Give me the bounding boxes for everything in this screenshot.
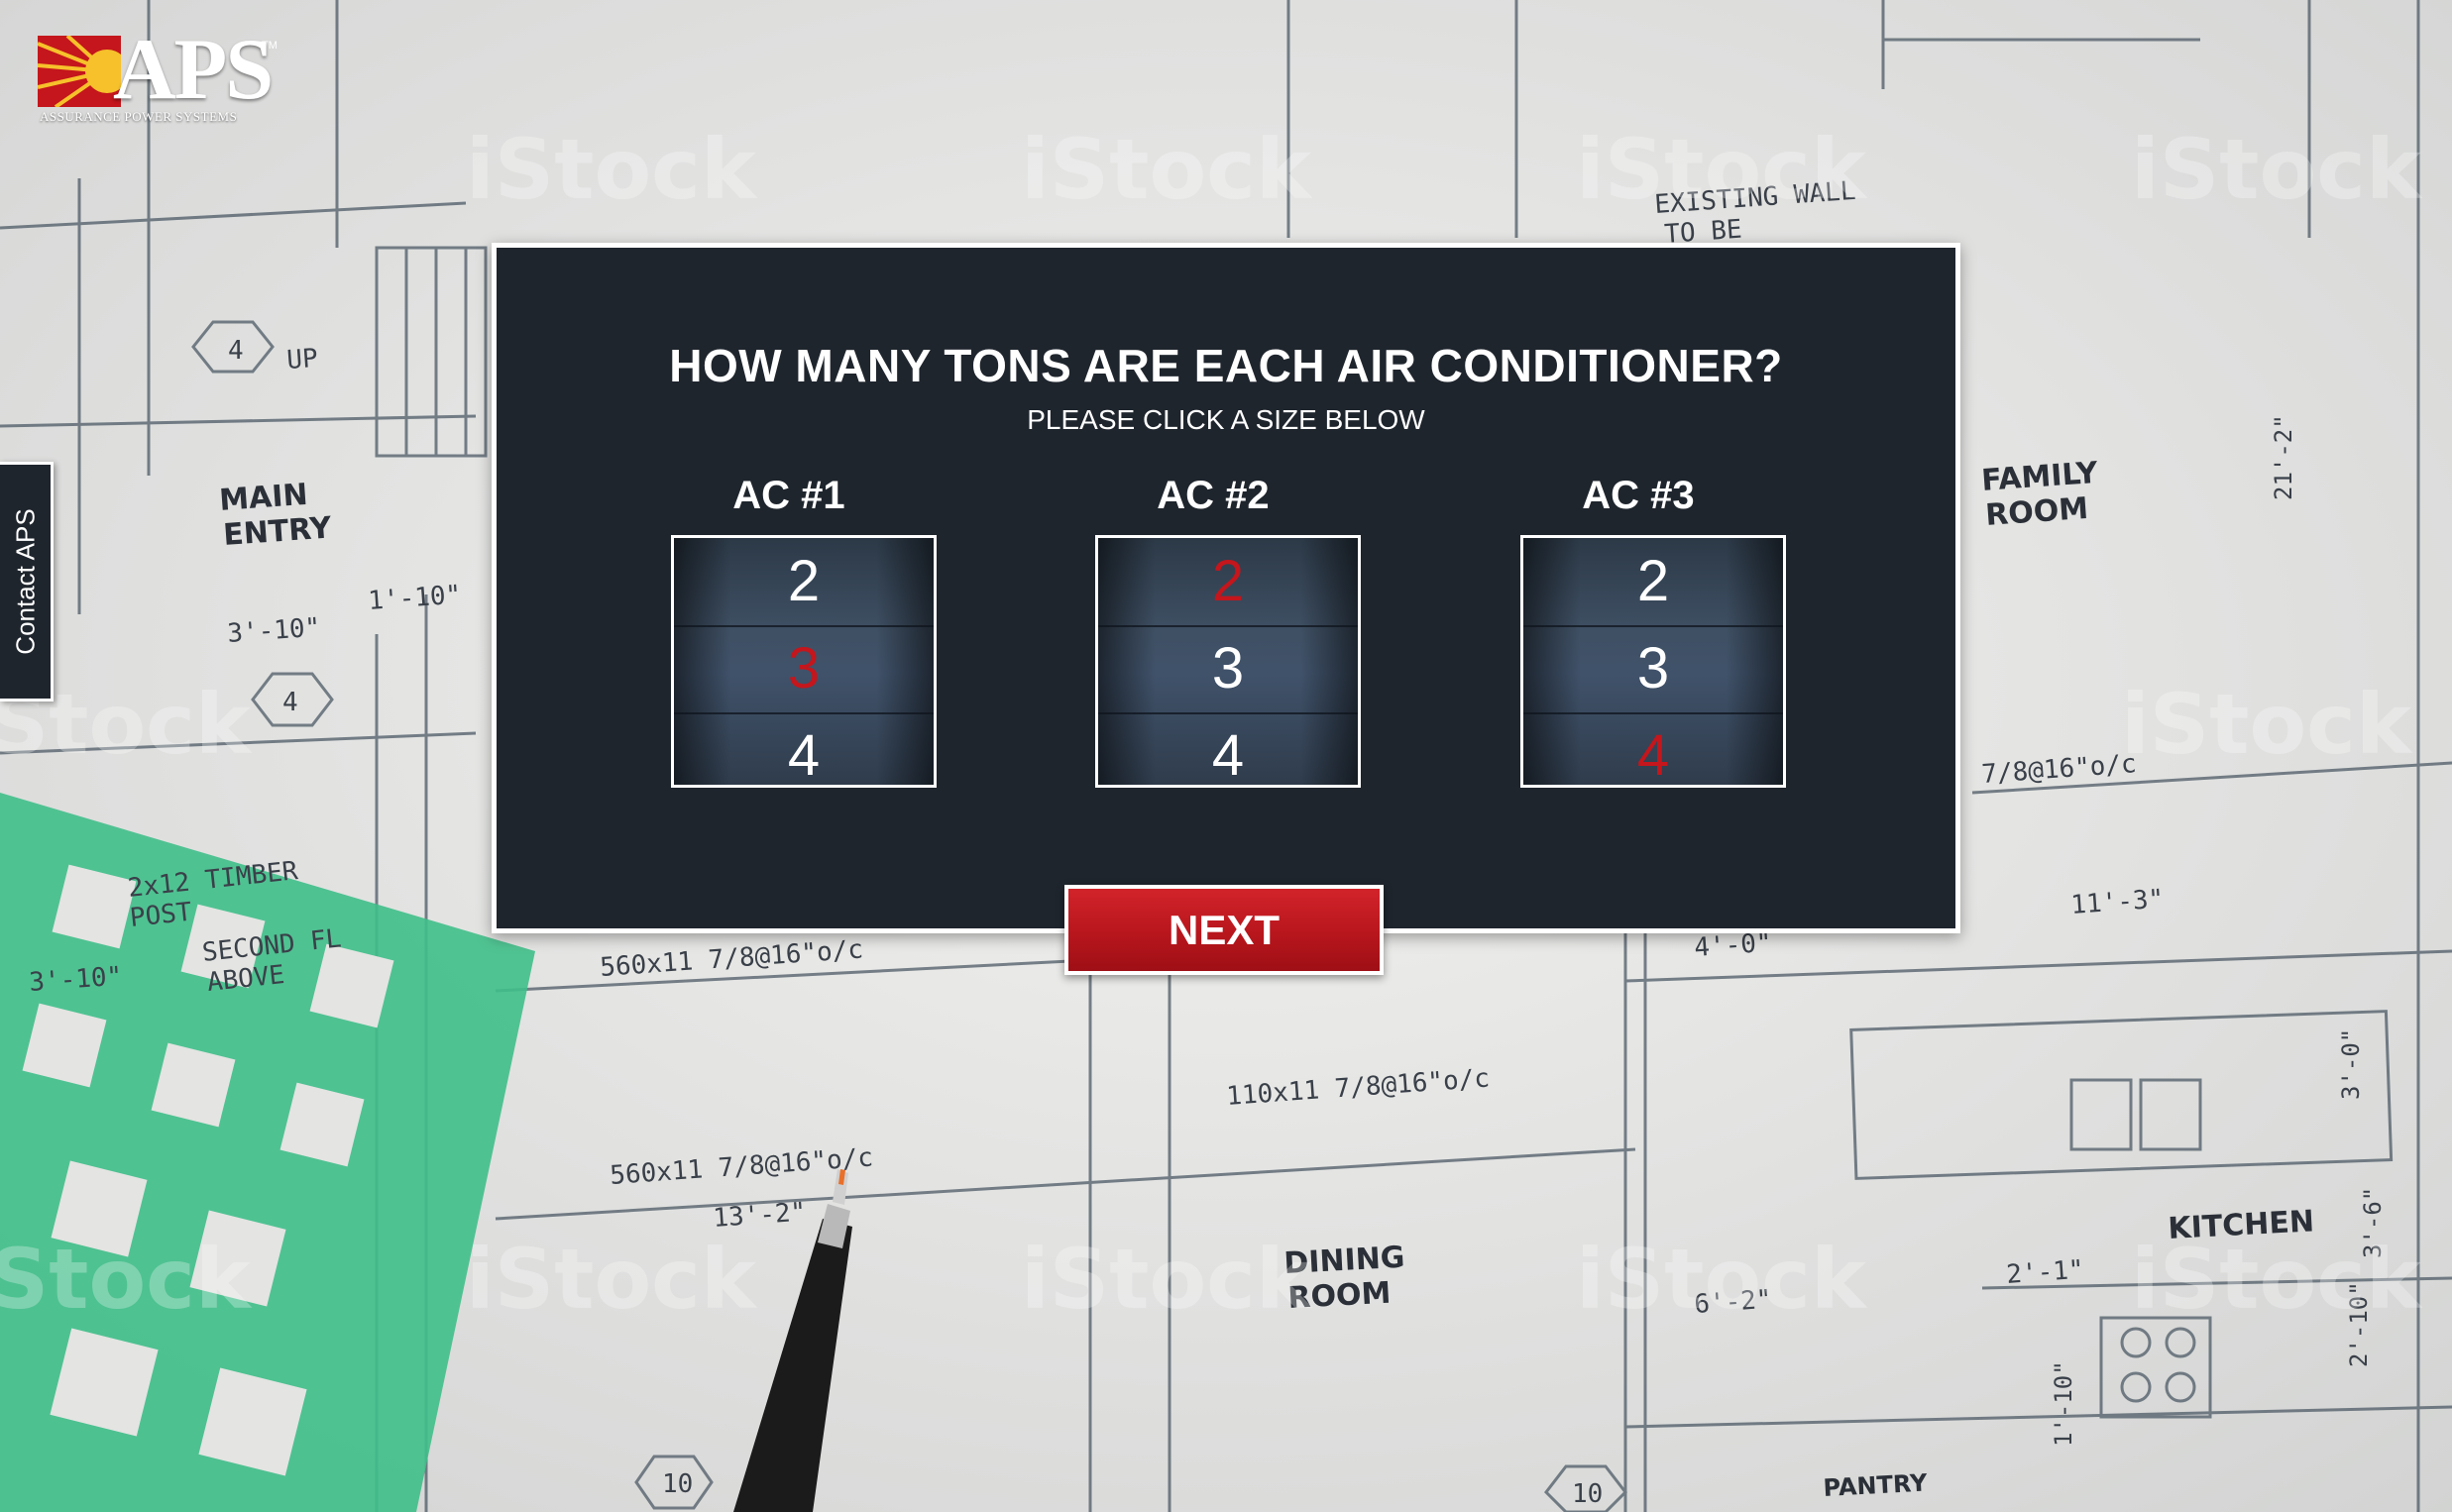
svg-text:PANTRY: PANTRY (1823, 1469, 1929, 1502)
question-subtitle: PLEASE CLICK A SIZE BELOW (1027, 404, 1425, 435)
ac3-tonnage-picker[interactable]: 2 3 4 (1520, 535, 1786, 788)
ac3-option-2[interactable]: 2 (1523, 538, 1783, 625)
ac2-option-3[interactable]: 3 (1098, 625, 1358, 712)
svg-text:2'-1": 2'-1" (2005, 1255, 2084, 1290)
contact-aps-label: Contact APS (10, 508, 40, 655)
logo-wordmark: APS (113, 22, 274, 118)
svg-text:iStock: iStock (466, 121, 758, 218)
next-button[interactable]: NEXT (1064, 885, 1384, 975)
svg-text:iStock: iStock (2131, 121, 2423, 218)
ac3-option-4[interactable]: 4 (1523, 712, 1783, 785)
svg-text:iStock: iStock (2131, 1231, 2423, 1328)
ac-size-dialog: HOW MANY TONS ARE EACH AIR CONDITIONER? … (492, 243, 1960, 933)
svg-text:iStock: iStock (1021, 121, 1313, 218)
svg-text:iStock: iStock (1576, 1231, 1868, 1328)
svg-text:iStock: iStock (2121, 676, 2413, 773)
svg-text:1'-10": 1'-10" (2050, 1360, 2077, 1447)
ac1-label: AC #1 (732, 474, 845, 517)
aps-logo[interactable]: APS TM ASSURANCE POWER SYSTEMS (38, 26, 278, 127)
ac1-tonnage-picker[interactable]: 2 3 4 (671, 535, 937, 788)
ac2-tonnage-picker[interactable]: 2 3 4 (1095, 535, 1361, 788)
svg-text:iStock: iStock (1021, 1231, 1313, 1328)
ac2-label: AC #2 (1157, 474, 1270, 517)
ac2-option-2[interactable]: 2 (1098, 538, 1358, 625)
ac3-option-3[interactable]: 3 (1523, 625, 1783, 712)
svg-text:3'-0": 3'-0" (2337, 1028, 2365, 1100)
svg-text:4: 4 (228, 336, 244, 366)
svg-text:UP: UP (285, 344, 318, 376)
ac1-option-3[interactable]: 3 (674, 625, 934, 712)
svg-text:10: 10 (662, 1469, 693, 1499)
svg-text:4: 4 (282, 688, 298, 717)
svg-text:MAIN: MAIN (218, 478, 309, 518)
svg-text:iStock: iStock (1576, 121, 1868, 218)
svg-text:ROOM: ROOM (1984, 491, 2089, 533)
svg-text:10: 10 (1572, 1479, 1603, 1509)
question-title: HOW MANY TONS ARE EACH AIR CONDITIONER? (669, 340, 1783, 391)
svg-text:21'-2": 21'-2" (2270, 414, 2297, 500)
svg-text:iStock: iStock (0, 1231, 253, 1328)
ac1-option-4[interactable]: 4 (674, 712, 934, 785)
ac2-option-4[interactable]: 4 (1098, 712, 1358, 785)
ac3-label: AC #3 (1582, 474, 1695, 517)
logo-tagline: ASSURANCE POWER SYSTEMS (40, 109, 238, 124)
trademark-mark: TM (262, 40, 278, 52)
contact-aps-tab[interactable]: Contact APS (0, 462, 54, 702)
ac1-option-2[interactable]: 2 (674, 538, 934, 625)
sunburst-icon (38, 36, 121, 107)
svg-text:iStock: iStock (466, 1231, 758, 1328)
